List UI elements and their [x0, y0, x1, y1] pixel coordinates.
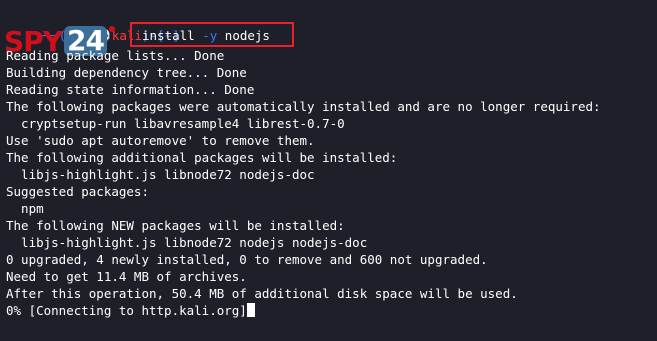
command-post: nodejs — [217, 28, 270, 43]
output-line: npm — [6, 201, 44, 216]
output-line: After this operation, 50.4 MB of additio… — [6, 286, 518, 301]
output-line: Use 'sudo apt autoremove' to remove them… — [6, 133, 315, 148]
output-line: The following packages were automaticall… — [6, 99, 601, 114]
output-line: The following additional packages will b… — [6, 150, 398, 165]
output-line: libjs-highlight.js libnode72 nodejs node… — [6, 235, 368, 250]
command-text: install -y nodejs — [142, 27, 270, 44]
output-line: Building dependency tree... Done — [6, 65, 247, 80]
output-line: Reading state information... Done — [6, 82, 255, 97]
output-line: The following NEW packages will be insta… — [6, 218, 345, 233]
terminal-window[interactable]: ┌──(root💀kali)-[~] install -y nodejs SPY… — [0, 0, 657, 341]
output-line: cryptsetup-run libavresample4 librest-0.… — [6, 116, 345, 131]
output-line: Suggested packages: — [6, 184, 149, 199]
output-line: Reading package lists... Done — [6, 48, 225, 63]
output-progress-line: 0% [Connecting to http.kali.org] — [6, 302, 255, 319]
progress-text: 0% [Connecting to http.kali.org] — [6, 303, 247, 318]
logo-signal-icon — [108, 26, 115, 32]
output-line: Need to get 11.4 MB of archives. — [6, 269, 247, 284]
command-pre: install — [142, 28, 203, 43]
command-flag: -y — [202, 28, 218, 43]
output-line: libjs-highlight.js libnode72 nodejs-doc — [6, 167, 315, 182]
output-line: 0 upgraded, 4 newly installed, 0 to remo… — [6, 252, 488, 267]
terminal-cursor — [246, 303, 255, 317]
